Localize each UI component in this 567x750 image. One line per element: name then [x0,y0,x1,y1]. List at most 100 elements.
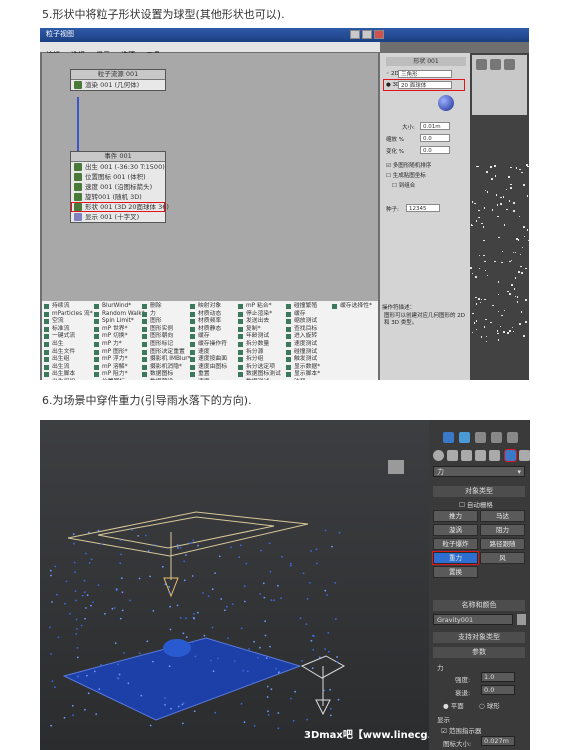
depot-operator[interactable]: 摄影机 IMBlur* [142,356,191,364]
depot-operator[interactable]: 缩放测试 [286,318,320,326]
strength-field[interactable]: 1.0 [481,672,515,682]
node-row[interactable]: 出生 001 (-36:30 T:1500) [71,162,165,172]
depot-operator[interactable]: 数据图标测试 [238,371,281,379]
depot-operator[interactable]: 一键式流 [44,333,93,341]
force-type-button[interactable]: 置换 [433,566,478,578]
depot-operator[interactable]: 图形朝向 [142,333,191,341]
maximize-icon[interactable] [362,30,372,39]
shapes-icon[interactable] [447,450,458,461]
depot-operator[interactable]: 删除 [142,303,191,311]
depot-operator[interactable]: 位置图标 [94,379,145,380]
force-type-button[interactable]: 阻力 [480,524,525,536]
support-types-header[interactable]: 支持对象类型 [433,632,525,643]
depot-operator[interactable]: 数据图标 [142,371,191,379]
object-name-field[interactable]: Gravity001 [433,614,513,625]
force-type-button[interactable]: 风 [480,552,525,564]
depot-operator[interactable]: 空流 [44,318,93,326]
depot-operator[interactable]: 拆分组 [238,356,281,364]
node-row[interactable]: 速度 001 (沿图标箭头) [71,182,165,192]
random-order-checkbox[interactable]: ☑ 多图形随机排序 [386,161,431,169]
depot-operator[interactable]: 年龄测试 [238,333,281,341]
close-icon[interactable] [374,30,384,39]
depot-operator[interactable]: 映射对象 [190,303,227,311]
hierarchy-tab-icon[interactable] [475,432,486,443]
depot-operator[interactable]: Random Walk* [94,311,145,319]
depot-operator[interactable]: 显示脚本* [286,371,320,379]
to-group-checkbox[interactable]: ☐ 到组合 [392,181,415,189]
depot-operator[interactable]: 速度 [190,379,227,380]
modify-tab-icon[interactable] [459,432,470,443]
depot-operator[interactable]: 进入旋转 [286,333,320,341]
range-indicator-checkbox[interactable]: ☑ 范围指示器 [441,725,481,735]
depot-operator[interactable]: mP 切换* [94,333,145,341]
force-type-button[interactable]: 马达 [480,510,525,522]
decay-field[interactable]: 0.0 [481,685,515,695]
auto-grid-checkbox[interactable]: ☐ 自动栅格 [459,499,493,509]
shape-3d-dropdown[interactable]: 20 面球体 [398,81,452,89]
utilities-tab-icon[interactable] [507,432,518,443]
depot-operator[interactable]: 图形 [142,318,191,326]
shape-2d-dropdown[interactable]: 三角形 [398,70,452,78]
node-row[interactable]: 渲染 001 (几何体) [71,80,165,90]
depot-operator[interactable]: 缓存选择性* [332,303,372,311]
create-tab-icon[interactable] [443,432,454,443]
particle-graph-editor[interactable]: 粒子流源 001 渲染 001 (几何体) 事件 001 出生 001 (-36… [42,53,378,301]
sphere-radio[interactable]: ○ 球形 [479,700,500,710]
depot-operator[interactable]: Spin Limit* [94,318,145,326]
force-type-button[interactable]: 粒子爆炸 [433,538,478,550]
scale-field[interactable]: 0.0 [420,134,450,142]
node-row[interactable]: 位置图标 001 (体积) [71,172,165,182]
depot-operator[interactable]: mP 阻力* [94,371,145,379]
plane-radio[interactable]: ● 平面 [443,700,464,710]
depot-operator[interactable]: 发送出去 [238,318,281,326]
depot-operator[interactable]: 注释 [286,379,320,380]
modify-icon[interactable] [490,59,501,70]
depot-operator[interactable]: mP 力* [94,341,145,349]
depot-operator[interactable]: 数据测试 [238,379,281,380]
depot-operator[interactable]: 出生组织 [44,379,93,380]
geometry-icon[interactable] [433,450,444,461]
lights-icon[interactable] [461,450,472,461]
force-type-button[interactable]: 推力 [433,510,478,522]
params-header[interactable]: 参数 [433,647,525,658]
force-type-button[interactable]: 漩涡 [433,524,478,536]
motion-tab-icon[interactable] [491,432,502,443]
perspective-viewport[interactable]: 3Dmax吧【www.linecg.com/tieba/1771】 [40,420,529,750]
cameras-icon[interactable] [475,450,486,461]
object-color-swatch[interactable] [517,614,526,625]
depot-operator[interactable]: 出生脚本 [44,371,93,379]
gen-mapping-checkbox[interactable]: ☐ 生成贴图坐标 [386,171,426,179]
depot-operator[interactable]: 数据预设 [142,379,191,380]
minimize-icon[interactable] [350,30,360,39]
depot-operator[interactable]: 碰撞繁殖 [286,303,320,311]
seed-field[interactable]: 12345 [406,204,440,212]
shape-node-row-highlighted[interactable]: 形状 001 (3D 20面球体 36) [71,202,169,212]
depot-operator[interactable]: 出生组 [44,356,93,364]
depot-operator[interactable]: 缓存操作符 [190,341,227,349]
node-row[interactable]: 显示 001 (十字叉) [71,212,165,222]
depot-operator[interactable]: BlurWind* [94,303,145,311]
depot-operator[interactable]: 持续流 [44,303,93,311]
depot-operator[interactable]: 材质频率 [190,318,227,326]
name-color-header[interactable]: 名称和颜色 [433,600,525,611]
rollout-title[interactable]: 形状 001 [386,57,466,66]
node-row[interactable]: 旋转001 (随机 3D) [71,192,165,202]
hierarchy-icon[interactable] [504,59,515,70]
category-dropdown[interactable]: 力 ▾ [433,466,525,477]
size-field[interactable]: 0.01m [420,122,450,130]
space-warps-icon-highlighted[interactable] [504,449,517,462]
depot-operator[interactable]: 图形标记 [142,341,191,349]
source-node[interactable]: 粒子流源 001 渲染 001 (几何体) [70,69,166,91]
icon-size-field[interactable]: 0.027m [481,736,515,746]
helpers-icon[interactable] [489,450,500,461]
depot-operator[interactable]: 出生 [44,341,93,349]
depot-operator[interactable]: 缓存 [190,333,227,341]
depot-operator[interactable]: 速度按曲面 [190,356,227,364]
variation-field[interactable]: 0.0 [420,146,450,154]
force-type-button[interactable]: 路径跟随 [480,538,525,550]
depot-operator[interactable]: 重置 [190,371,227,379]
depot-operator[interactable]: 速度测试 [286,341,320,349]
depot-operator[interactable]: mP 浮力* [94,356,145,364]
depot-operator[interactable]: mP 粘合* [238,303,281,311]
create-icon[interactable] [476,59,487,70]
